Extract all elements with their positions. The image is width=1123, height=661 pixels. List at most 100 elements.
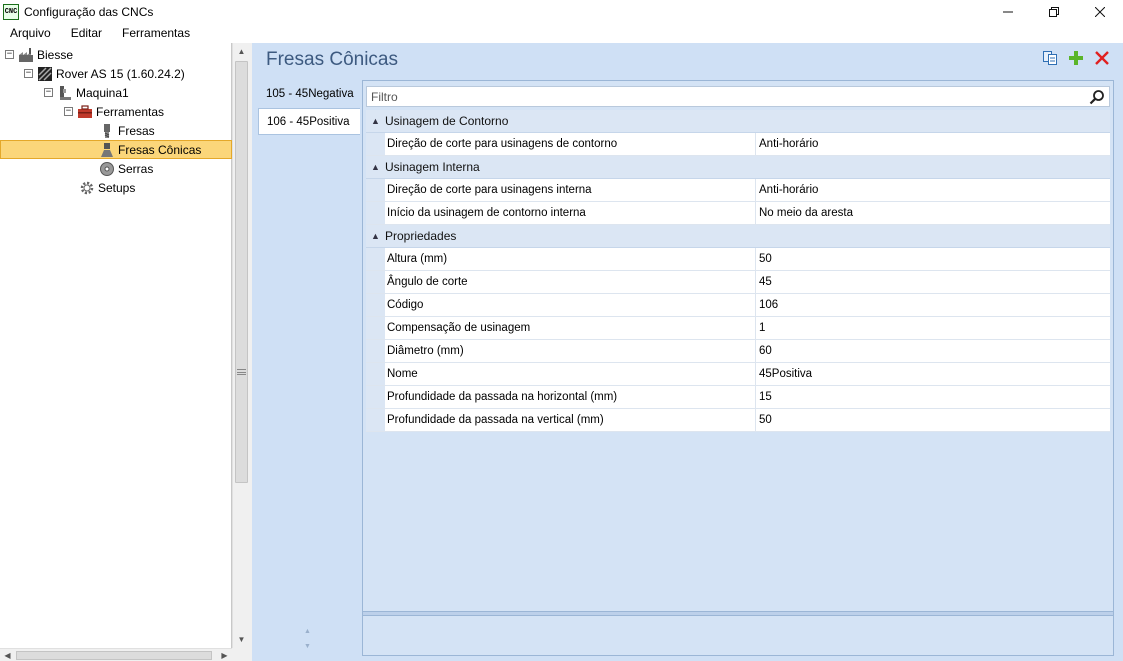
- property-row[interactable]: Compensação de usinagem 1: [366, 317, 1110, 340]
- property-value[interactable]: 50: [756, 409, 1110, 431]
- tree-node-rover[interactable]: − Rover AS 15 (1.60.24.2): [24, 64, 185, 83]
- property-row[interactable]: Diâmetro (mm) 60: [366, 340, 1110, 363]
- tree-node-label: Fresas: [118, 123, 155, 138]
- minimize-icon: [1003, 11, 1013, 12]
- toolbox-icon: [77, 104, 93, 120]
- property-name: Profundidade da passada na vertical (mm): [385, 409, 756, 431]
- property-value[interactable]: 50: [756, 248, 1110, 270]
- collapse-icon[interactable]: −: [44, 88, 53, 97]
- scrollbar-thumb[interactable]: [16, 651, 212, 660]
- factory-icon: [18, 47, 34, 63]
- property-value[interactable]: 45Positiva: [756, 363, 1110, 385]
- row-gutter: [366, 271, 385, 293]
- property-name: Direção de corte para usinagens interna: [385, 179, 756, 201]
- minimize-button[interactable]: [985, 0, 1031, 23]
- restore-button[interactable]: [1031, 0, 1077, 23]
- scroll-down-arrow-icon[interactable]: ▼: [233, 631, 250, 648]
- add-icon: [1069, 51, 1083, 65]
- collapse-icon[interactable]: −: [5, 50, 14, 59]
- row-gutter: [366, 409, 385, 431]
- collapse-icon[interactable]: −: [24, 69, 33, 78]
- delete-button[interactable]: [1093, 49, 1111, 67]
- property-row[interactable]: Nome 45Positiva: [366, 363, 1110, 386]
- spindle-icon: [57, 85, 73, 101]
- category-label: Usinagem de Contorno: [385, 114, 509, 128]
- property-value[interactable]: 45: [756, 271, 1110, 293]
- category-usinagem-de-contorno[interactable]: ▲ Usinagem de Contorno: [366, 110, 1110, 133]
- property-value[interactable]: 106: [756, 294, 1110, 316]
- main-area: Fresas Cônicas 105 - 45Negativa 106 - 45…: [252, 43, 1123, 661]
- tabs-scroll-up-icon[interactable]: ▲: [304, 628, 311, 635]
- mill-icon: [99, 123, 115, 139]
- property-value[interactable]: Anti-horário: [756, 179, 1110, 201]
- row-gutter: [366, 248, 385, 270]
- cnc-app-icon: CNC: [3, 3, 19, 20]
- tree-node-label: Fresas Cônicas: [118, 142, 202, 157]
- copy-button[interactable]: [1041, 49, 1059, 67]
- chevron-up-icon[interactable]: ▲: [366, 162, 385, 172]
- property-row[interactable]: Início da usinagem de contorno interna N…: [366, 202, 1110, 225]
- tree-node-fresas-conicas[interactable]: Fresas Cônicas: [0, 140, 232, 159]
- category-propriedades[interactable]: ▲ Propriedades: [366, 225, 1110, 248]
- scrollbar-corner: [232, 648, 249, 661]
- tree-node-biesse[interactable]: − Biesse: [5, 45, 73, 64]
- filter-input[interactable]: [367, 87, 1067, 106]
- property-row[interactable]: Ângulo de corte 45: [366, 271, 1110, 294]
- chevron-up-icon[interactable]: ▲: [366, 231, 385, 241]
- property-row[interactable]: Profundidade da passada na horizontal (m…: [366, 386, 1110, 409]
- property-value[interactable]: No meio da aresta: [756, 202, 1110, 224]
- chevron-up-icon[interactable]: ▲: [366, 116, 385, 126]
- search-icon[interactable]: [1089, 89, 1105, 105]
- page-title: Fresas Cônicas: [266, 49, 398, 70]
- scroll-up-arrow-icon[interactable]: ▲: [233, 43, 250, 60]
- tree-node-maquina1[interactable]: − Maquina1: [44, 83, 129, 102]
- title-bar: CNC Configuração das CNCs: [0, 0, 1123, 23]
- row-gutter: [366, 386, 385, 408]
- scroll-left-arrow-icon[interactable]: ◀: [0, 649, 15, 661]
- scrollbar-thumb[interactable]: [235, 61, 248, 483]
- scroll-right-arrow-icon[interactable]: ▶: [217, 649, 232, 661]
- tree-node-setups[interactable]: Setups: [79, 178, 135, 197]
- property-row[interactable]: Altura (mm) 50: [366, 248, 1110, 271]
- tree-horizontal-scrollbar[interactable]: ◀ ▶: [0, 648, 232, 661]
- property-name: Direção de corte para usinagens de conto…: [385, 133, 756, 155]
- property-grid: ▲ Usinagem de Contorno Direção de corte …: [366, 110, 1110, 432]
- tree-node-label: Maquina1: [76, 85, 129, 100]
- add-button[interactable]: [1067, 49, 1085, 67]
- row-gutter: [366, 363, 385, 385]
- tree-vertical-scrollbar[interactable]: ▲ ▼: [232, 43, 249, 648]
- collapse-icon[interactable]: −: [64, 107, 73, 116]
- property-row[interactable]: Profundidade da passada na vertical (mm)…: [366, 409, 1110, 432]
- property-value[interactable]: Anti-horário: [756, 133, 1110, 155]
- property-row[interactable]: Direção de corte para usinagens de conto…: [366, 133, 1110, 156]
- menu-ferramentas[interactable]: Ferramentas: [112, 23, 200, 43]
- property-row[interactable]: Direção de corte para usinagens interna …: [366, 179, 1110, 202]
- menu-editar[interactable]: Editar: [61, 23, 112, 43]
- category-label: Propriedades: [385, 229, 457, 243]
- gear-icon: [79, 180, 95, 196]
- property-row[interactable]: Código 106: [366, 294, 1110, 317]
- property-name: Início da usinagem de contorno interna: [385, 202, 756, 224]
- category-label: Usinagem Interna: [385, 160, 480, 174]
- menu-bar: Arquivo Editar Ferramentas: [0, 23, 1123, 43]
- row-gutter: [366, 202, 385, 224]
- property-name: Profundidade da passada na horizontal (m…: [385, 386, 756, 408]
- property-value[interactable]: 1: [756, 317, 1110, 339]
- tree-node-label: Ferramentas: [96, 104, 165, 119]
- property-name: Ângulo de corte: [385, 271, 756, 293]
- close-button[interactable]: [1077, 0, 1123, 23]
- tree-node-fresas[interactable]: Fresas: [99, 121, 155, 140]
- property-value[interactable]: 15: [756, 386, 1110, 408]
- tabs-scroll-down-icon[interactable]: ▼: [304, 643, 311, 650]
- tree-node-serras[interactable]: Serras: [99, 159, 153, 178]
- tab-105-45negativa[interactable]: 105 - 45Negativa: [258, 80, 360, 107]
- category-usinagem-interna[interactable]: ▲ Usinagem Interna: [366, 156, 1110, 179]
- tree-node-ferramentas[interactable]: − Ferramentas: [64, 102, 164, 121]
- property-name: Altura (mm): [385, 248, 756, 270]
- menu-arquivo[interactable]: Arquivo: [0, 23, 61, 43]
- property-panel: ▲ Usinagem de Contorno Direção de corte …: [362, 80, 1114, 656]
- property-value[interactable]: 60: [756, 340, 1110, 362]
- close-icon: [1095, 6, 1105, 17]
- tab-106-45positiva[interactable]: 106 - 45Positiva: [258, 108, 360, 135]
- conical-mill-icon: [99, 142, 115, 158]
